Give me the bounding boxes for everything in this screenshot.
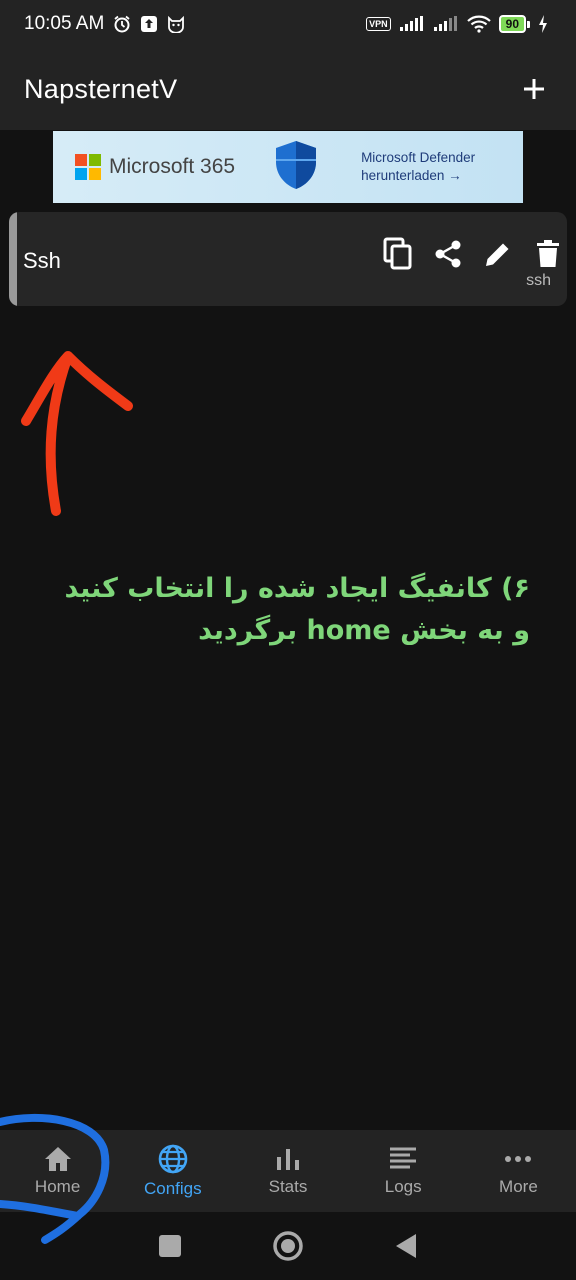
home-icon <box>44 1147 71 1171</box>
vpn-icon: VPN <box>366 17 391 31</box>
bar-chart-icon <box>277 1149 299 1170</box>
back-button[interactable] <box>394 1233 418 1259</box>
nav-home-label: Home <box>34 1177 81 1196</box>
square-icon <box>159 1235 181 1257</box>
microsoft-logo-icon <box>75 154 101 180</box>
recents-button[interactable] <box>158 1234 182 1258</box>
delete-icon <box>537 240 559 267</box>
battery-level: 90 <box>498 15 526 33</box>
config-type: ssh <box>526 272 551 289</box>
system-nav <box>0 1212 576 1280</box>
globe-icon <box>158 1144 188 1174</box>
battery-tip <box>527 20 530 28</box>
delete-button[interactable] <box>523 234 567 274</box>
annotation-arrow <box>21 351 133 516</box>
signal-icon <box>433 16 459 32</box>
nav-more[interactable]: More <box>461 1130 576 1212</box>
signal-icon <box>399 16 425 32</box>
config-actions <box>373 234 567 274</box>
add-config-button[interactable] <box>512 67 556 111</box>
config-card-accent <box>9 212 17 306</box>
plus-icon <box>524 79 544 99</box>
nav-configs-label: Configs <box>143 1179 202 1198</box>
ad-cta: Microsoft Defender herunterladen → <box>361 149 475 185</box>
share-button[interactable] <box>423 234 473 274</box>
list-icon <box>390 1147 417 1169</box>
charging-icon <box>538 15 548 33</box>
status-left: 10:05 AM <box>24 13 186 35</box>
nav-stats-label: Stats <box>268 1177 308 1196</box>
annotation-text: ۶) کانفیگ ایجاد شده را انتخاب کنید و به … <box>64 573 530 646</box>
nav-logs-label: Logs <box>384 1177 422 1196</box>
bottom-nav: Home Configs Stats Logs More <box>0 1130 576 1212</box>
battery-icon: 90 <box>498 15 530 33</box>
cat-icon <box>166 15 186 33</box>
wifi-icon <box>466 15 491 33</box>
app-title: NapsternetV <box>24 73 178 104</box>
ad-banner[interactable]: Microsoft 365 Microsoft Defender herunte… <box>53 131 523 203</box>
ad-cta-line1: Microsoft Defender <box>361 150 476 165</box>
ad-cta-line2: herunterladen → <box>361 168 462 183</box>
upload-icon <box>140 15 158 33</box>
copy-icon <box>383 237 412 270</box>
home-system-button[interactable] <box>272 1230 304 1262</box>
status-bar: 10:05 AM VPN 90 <box>0 0 576 48</box>
nav-home[interactable]: Home <box>0 1130 115 1212</box>
circle-icon <box>273 1231 303 1261</box>
nav-more-label: More <box>499 1177 538 1196</box>
app-bar: NapsternetV <box>0 48 576 130</box>
shield-icon <box>273 140 319 195</box>
back-icon <box>396 1234 416 1258</box>
more-icon <box>505 1156 532 1162</box>
share-icon <box>435 240 461 268</box>
ad-brand: Microsoft 365 <box>109 155 236 178</box>
config-card[interactable]: Ssh ssh <box>9 212 567 306</box>
status-right: VPN 90 <box>366 15 548 33</box>
nav-configs[interactable]: Configs <box>115 1130 230 1212</box>
nav-stats[interactable]: Stats <box>230 1130 345 1212</box>
edit-button[interactable] <box>473 234 523 274</box>
status-time: 10:05 AM <box>24 13 105 34</box>
config-name: Ssh <box>23 248 61 273</box>
copy-button[interactable] <box>373 234 423 274</box>
edit-icon <box>486 243 509 266</box>
alarm-icon <box>112 14 132 34</box>
nav-logs[interactable]: Logs <box>346 1130 461 1212</box>
